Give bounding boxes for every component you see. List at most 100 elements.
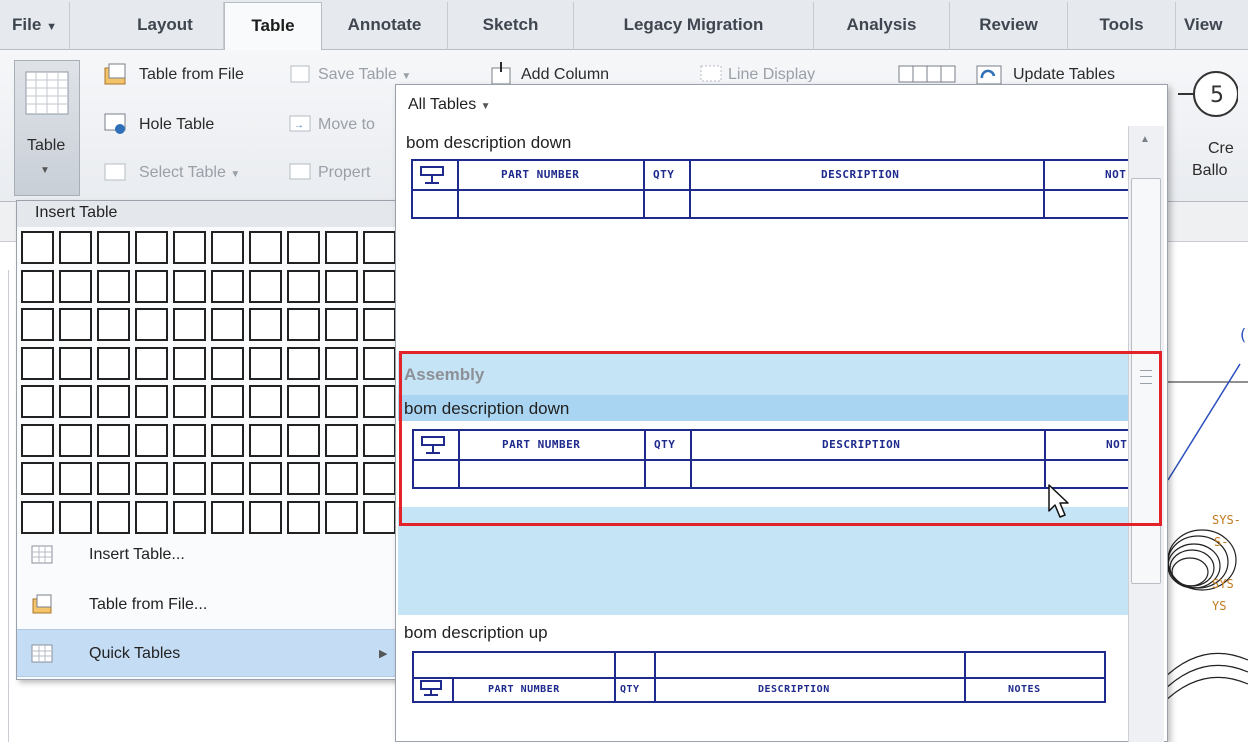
grid-cell[interactable] <box>135 231 168 264</box>
grid-cell[interactable] <box>97 231 130 264</box>
grid-cell[interactable] <box>363 231 396 264</box>
grid-cell[interactable] <box>173 462 206 495</box>
grid-cell[interactable] <box>211 269 244 303</box>
grid-cell[interactable] <box>211 308 244 341</box>
grid-cell[interactable] <box>325 346 358 380</box>
save-table-button[interactable]: Save Table ▼ <box>318 66 411 84</box>
grid-cell[interactable] <box>249 346 282 380</box>
tab-file[interactable]: File ▼ <box>0 2 70 50</box>
grid-cell[interactable] <box>135 308 168 341</box>
grid-cell[interactable] <box>211 462 244 495</box>
grid-cell[interactable] <box>21 385 54 418</box>
grid-cell[interactable] <box>249 231 282 264</box>
grid-cell[interactable] <box>97 308 130 341</box>
move-to-button[interactable]: Move to <box>318 116 375 134</box>
grid-cell[interactable] <box>97 423 130 457</box>
grid-cell[interactable] <box>21 308 54 341</box>
grid-cell[interactable] <box>135 462 168 495</box>
grid-cell[interactable] <box>173 423 206 457</box>
grid-cell[interactable] <box>21 500 54 534</box>
tab-layout[interactable]: Layout <box>107 2 224 50</box>
tab-table[interactable]: Table <box>224 2 322 51</box>
grid-cell[interactable] <box>173 500 206 534</box>
grid-cell[interactable] <box>173 385 206 418</box>
grid-cell[interactable] <box>287 385 320 418</box>
menu-item-table-from-file[interactable]: Table from File... <box>17 581 398 629</box>
grid-cell[interactable] <box>287 231 320 264</box>
grid-cell[interactable] <box>59 385 92 418</box>
grid-cell[interactable] <box>325 423 358 457</box>
grid-cell[interactable] <box>135 269 168 303</box>
grid-cell[interactable] <box>325 231 358 264</box>
create-balloons-label-2[interactable]: Ballo <box>1192 162 1228 180</box>
tab-tools[interactable]: Tools <box>1068 2 1176 50</box>
grid-cell[interactable] <box>363 500 396 534</box>
grid-cell[interactable] <box>135 500 168 534</box>
grid-cell[interactable] <box>97 346 130 380</box>
grid-cell[interactable] <box>173 269 206 303</box>
grid-cell[interactable] <box>325 385 358 418</box>
grid-cell[interactable] <box>59 423 92 457</box>
grid-cell[interactable] <box>287 308 320 341</box>
grid-cell[interactable] <box>249 462 282 495</box>
grid-cell[interactable] <box>287 500 320 534</box>
update-tables-button[interactable]: Update Tables <box>1013 66 1115 82</box>
grid-cell[interactable] <box>363 308 396 341</box>
grid-cell[interactable] <box>287 346 320 380</box>
grid-cell[interactable] <box>363 346 396 380</box>
grid-cell[interactable] <box>97 462 130 495</box>
tab-review[interactable]: Review <box>950 2 1068 50</box>
tab-legacy-migration[interactable]: Legacy Migration <box>574 2 814 50</box>
tab-view[interactable]: View <box>1176 2 1248 50</box>
menu-item-insert-table[interactable]: Insert Table... <box>17 531 398 579</box>
quick-table-preview[interactable]: PART NUMBER QTY DESCRIPTION NOT <box>411 159 1141 219</box>
grid-cell[interactable] <box>363 385 396 418</box>
grid-cell[interactable] <box>21 269 54 303</box>
table-big-button[interactable]: Table ▼ <box>14 60 80 196</box>
table-size-grid[interactable] <box>17 227 398 534</box>
line-display-button[interactable]: Line Display <box>728 66 815 82</box>
grid-cell[interactable] <box>59 231 92 264</box>
grid-cell[interactable] <box>249 308 282 341</box>
grid-cell[interactable] <box>363 423 396 457</box>
scroll-up-arrow-icon[interactable]: ▲ <box>1140 134 1150 145</box>
grid-cell[interactable] <box>249 423 282 457</box>
grid-cell[interactable] <box>211 346 244 380</box>
grid-cell[interactable] <box>249 385 282 418</box>
grid-cell[interactable] <box>135 385 168 418</box>
grid-cell[interactable] <box>173 308 206 341</box>
quick-table-item-name[interactable]: bom description up <box>404 623 548 643</box>
properties-button[interactable]: Propert <box>318 164 370 182</box>
grid-cell[interactable] <box>59 462 92 495</box>
grid-cell[interactable] <box>287 462 320 495</box>
menu-item-quick-tables[interactable]: Quick Tables ▶ <box>17 629 398 677</box>
tab-analysis[interactable]: Analysis <box>814 2 950 50</box>
grid-cell[interactable] <box>211 231 244 264</box>
grid-cell[interactable] <box>21 346 54 380</box>
grid-cell[interactable] <box>211 385 244 418</box>
grid-cell[interactable] <box>59 269 92 303</box>
add-column-button[interactable]: Add Column <box>521 66 609 82</box>
grid-cell[interactable] <box>173 346 206 380</box>
grid-cell[interactable] <box>287 423 320 457</box>
grid-cell[interactable] <box>21 423 54 457</box>
quick-table-item-name[interactable]: bom description down <box>406 133 571 153</box>
grid-cell[interactable] <box>97 269 130 303</box>
grid-cell[interactable] <box>173 231 206 264</box>
grid-cell[interactable] <box>21 462 54 495</box>
grid-cell[interactable] <box>325 462 358 495</box>
grid-cell[interactable] <box>97 500 130 534</box>
grid-cell[interactable] <box>325 500 358 534</box>
grid-cell[interactable] <box>325 308 358 341</box>
quick-tables-filter[interactable]: All Tables ▼ <box>396 85 1167 125</box>
create-balloons-label-1[interactable]: Cre <box>1208 140 1234 158</box>
grid-cell[interactable] <box>21 231 54 264</box>
select-table-button[interactable]: Select Table ▼ <box>139 164 240 182</box>
grid-cell[interactable] <box>211 423 244 457</box>
grid-cell[interactable] <box>363 462 396 495</box>
grid-cell[interactable] <box>59 346 92 380</box>
grid-cell[interactable] <box>211 500 244 534</box>
grid-cell[interactable] <box>287 269 320 303</box>
tab-sketch[interactable]: Sketch <box>448 2 574 50</box>
quick-table-preview-up[interactable]: PART NUMBER QTY DESCRIPTION NOTES <box>412 651 1106 703</box>
